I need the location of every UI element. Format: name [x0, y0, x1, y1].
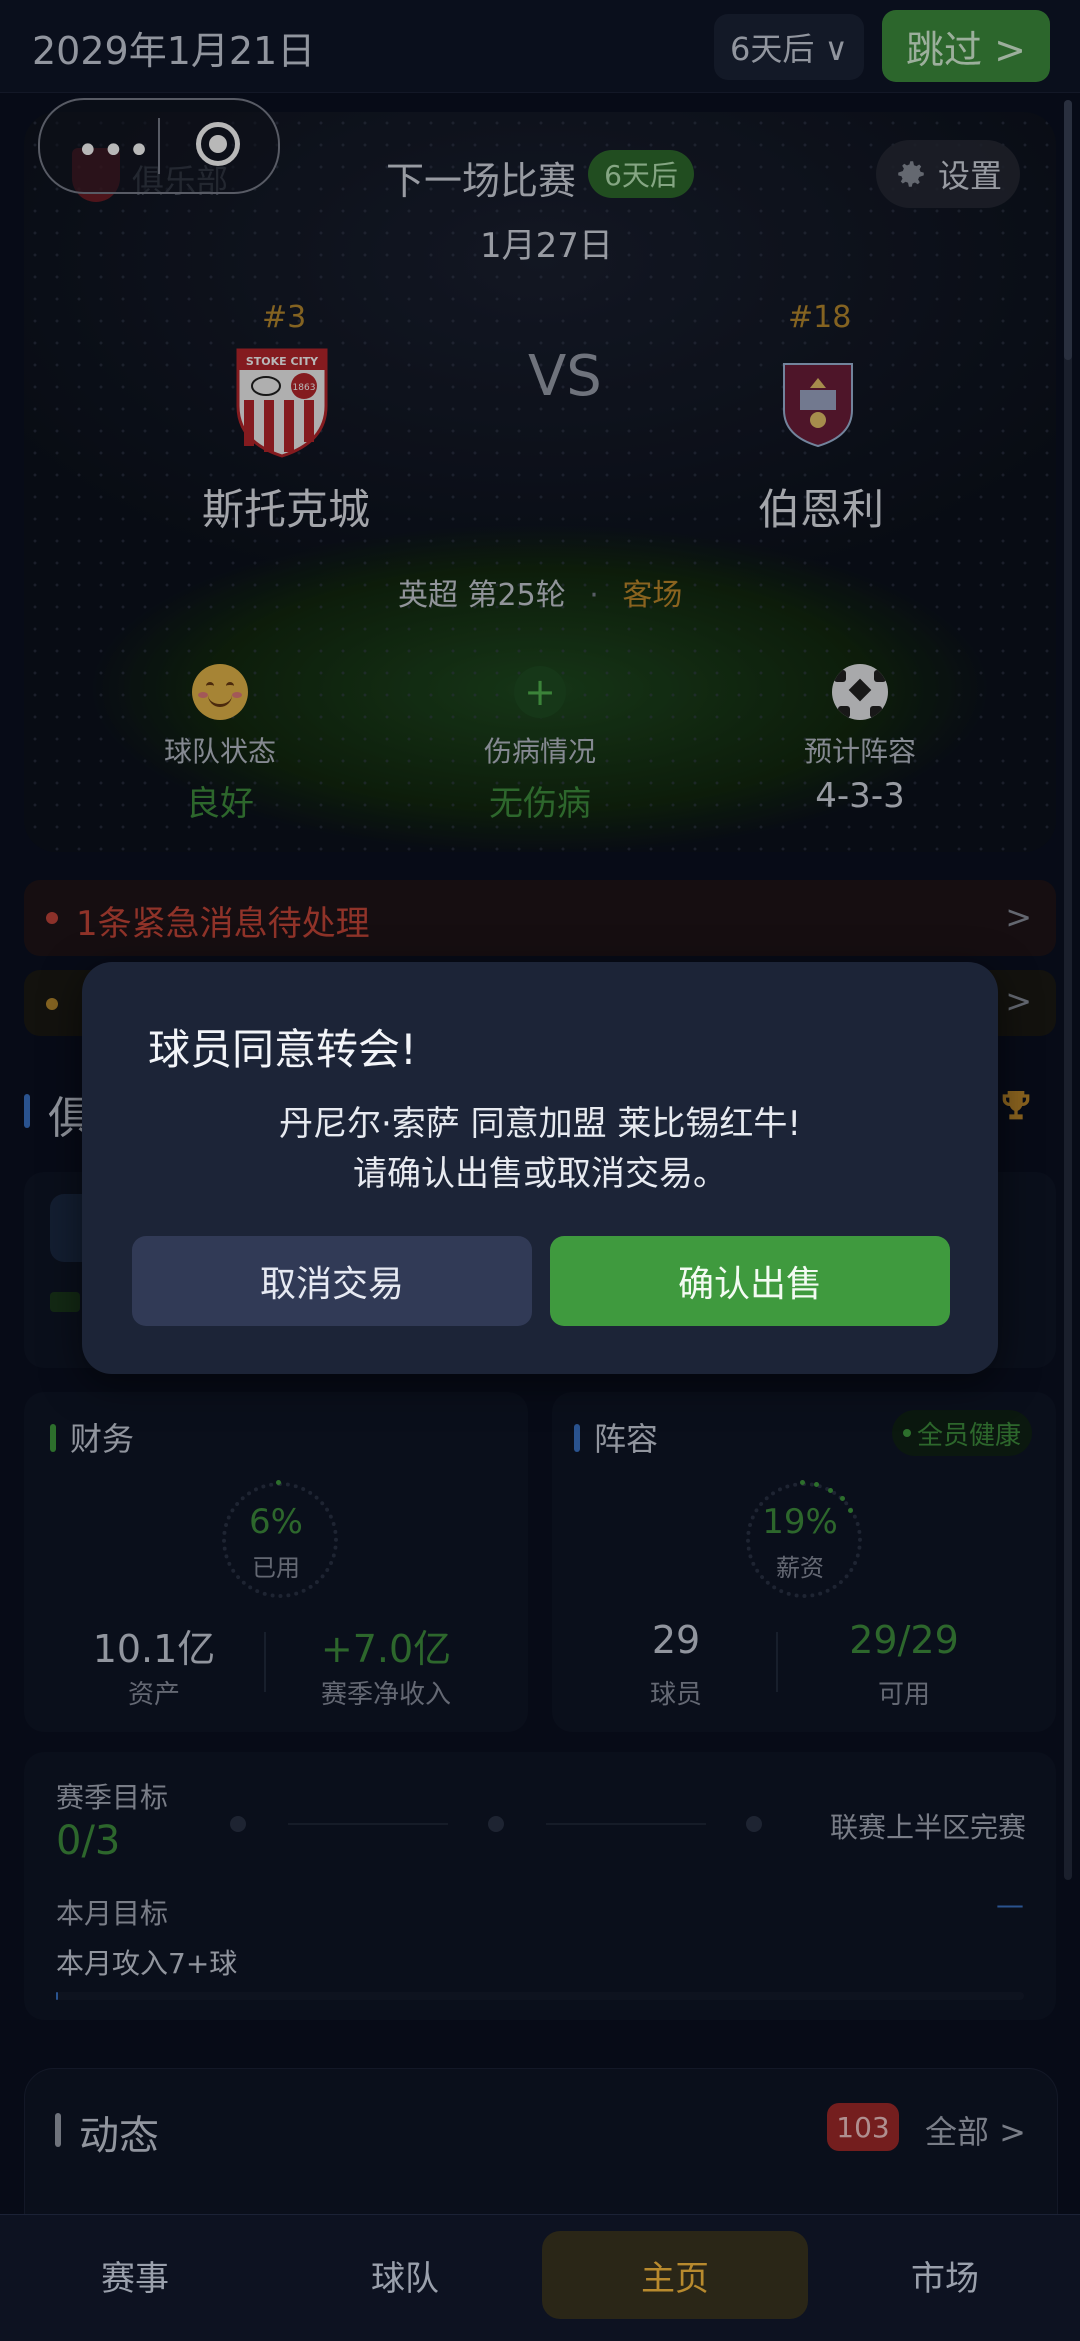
dialog-message-line1: 丹尼尔·索萨 同意加盟 莱比锡红牛! [278, 1104, 802, 1144]
nav-tab-team[interactable]: 球队 [270, 2231, 540, 2319]
dialog-title: 球员同意转会! [148, 1025, 417, 1074]
dialog-message-line2: 请确认出售或取消交易。 [353, 1154, 727, 1194]
nav-tab-market[interactable]: 市场 [810, 2231, 1080, 2319]
transfer-confirm-dialog: 球员同意转会! 丹尼尔·索萨 同意加盟 莱比锡红牛! 请确认出售或取消交易。 取… [82, 962, 998, 1374]
nav-tab-home[interactable]: 主页 [542, 2231, 808, 2319]
cancel-deal-button[interactable]: 取消交易 [132, 1236, 532, 1326]
bottom-navigation: 赛事 球队 主页 市场 [0, 2214, 1080, 2341]
nav-tab-matches[interactable]: 赛事 [0, 2231, 270, 2319]
confirm-sale-button[interactable]: 确认出售 [550, 1236, 950, 1326]
